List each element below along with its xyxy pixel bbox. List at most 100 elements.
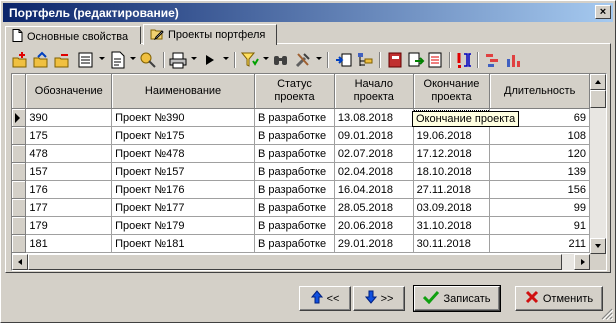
add-subproject-icon[interactable] [32, 51, 50, 69]
table-cell[interactable]: Проект №175 [111, 126, 256, 145]
move-down-button[interactable]: >> [353, 286, 405, 311]
table-cell[interactable]: Проект №179 [111, 216, 256, 235]
scroll-left-button[interactable] [12, 254, 28, 270]
resize-grip-icon[interactable] [601, 308, 614, 321]
row-indicator[interactable] [12, 198, 27, 217]
table-cell[interactable]: 108 [489, 126, 590, 145]
run-icon[interactable] [201, 51, 219, 69]
row-indicator[interactable] [12, 180, 27, 199]
table-cell[interactable]: 156 [489, 180, 590, 199]
table-cell[interactable]: 179 [25, 216, 113, 235]
row-indicator[interactable] [12, 234, 27, 253]
scroll-up-button[interactable] [590, 74, 606, 90]
row-indicator[interactable] [12, 162, 27, 181]
table-cell[interactable]: 29.01.2018 [334, 234, 414, 253]
properties-icon[interactable] [77, 51, 95, 69]
title-bar[interactable]: Портфель (редактирование) × [3, 3, 613, 22]
table-cell[interactable]: 31.10.2018 [413, 216, 491, 235]
vertical-scroll-thumb[interactable] [590, 90, 606, 108]
table-cell[interactable]: 17.12.2018 [413, 144, 491, 163]
table-cell[interactable]: В разработке [254, 162, 335, 181]
table-cell[interactable]: В разработке [254, 234, 335, 253]
table-cell[interactable]: 19.06.2018 [413, 126, 491, 145]
table-cell[interactable]: 99 [489, 198, 590, 217]
table-row[interactable]: 478 Проект №478 В разработке 02.07.2018 17.1… [12, 144, 590, 163]
chevron-down-icon[interactable] [99, 57, 105, 60]
chevron-down-icon[interactable] [316, 57, 322, 60]
table-cell[interactable]: В разработке [254, 198, 335, 217]
table-cell[interactable]: 177 [25, 198, 113, 217]
table-cell[interactable]: В разработке [254, 216, 335, 235]
scroll-down-button[interactable] [590, 238, 606, 254]
table-cell[interactable]: 18.10.2018 [413, 162, 491, 181]
table-row[interactable]: 181 Проект №181 В разработке 29.01.2018 30.1… [12, 234, 590, 253]
table-cell[interactable]: 390 [25, 108, 113, 127]
table-cell[interactable]: 478 [25, 144, 113, 163]
cancel-button[interactable]: Отменить [515, 286, 603, 311]
add-project-icon[interactable] [11, 51, 29, 69]
table-row[interactable]: 179 Проект №179 В разработке 20.06.2018 31.1… [12, 216, 590, 235]
table-cell[interactable]: 120 [489, 144, 590, 163]
scroll-right-button[interactable] [574, 254, 590, 270]
row-indicator[interactable] [12, 144, 27, 163]
table-cell[interactable]: 176 [25, 180, 113, 199]
bar-chart-icon[interactable] [505, 51, 523, 69]
chevron-down-icon[interactable] [223, 57, 229, 60]
tab-portfolio-projects[interactable]: Проекты портфеля [143, 24, 277, 45]
table-cell[interactable]: В разработке [254, 144, 335, 163]
horizontal-scroll-thumb[interactable] [28, 254, 562, 270]
table-cell[interactable]: В разработке [254, 108, 335, 127]
filter-icon[interactable] [240, 51, 259, 69]
row-indicator[interactable] [12, 108, 27, 127]
table-cell[interactable]: 20.06.2018 [334, 216, 414, 235]
book-icon[interactable] [387, 51, 405, 69]
tools-icon[interactable] [294, 51, 312, 69]
report-icon[interactable] [109, 51, 127, 69]
tab-main-properties[interactable]: Основные свойства [5, 26, 141, 44]
table-row[interactable]: 177 Проект №177 В разработке 28.05.2018 03.0… [12, 198, 590, 217]
table-cell[interactable]: Проект №181 [111, 234, 256, 253]
table-row[interactable]: 175 Проект №175 В разработке 09.01.2018 19.0… [12, 126, 590, 145]
table-cell[interactable]: Проект №390 [111, 108, 256, 127]
table-cell[interactable]: 30.11.2018 [413, 234, 491, 253]
vertical-scrollbar[interactable] [590, 74, 606, 254]
table-cell[interactable]: 211 [489, 234, 590, 253]
table-cell[interactable]: 02.04.2018 [334, 162, 414, 181]
column-header[interactable]: Статус проекта [254, 74, 335, 109]
column-header[interactable]: Обозначение [25, 74, 113, 109]
table-cell[interactable]: 157 [25, 162, 113, 181]
table-cell[interactable]: 02.07.2018 [334, 144, 414, 163]
projects-grid[interactable]: Обозначение Наименование Статус проекта … [11, 73, 607, 271]
table-cell[interactable]: В разработке [254, 126, 335, 145]
check-errors-icon[interactable] [456, 51, 474, 69]
chevron-down-icon[interactable] [191, 57, 197, 60]
column-header[interactable]: Начало проекта [334, 74, 414, 109]
print-icon[interactable] [169, 51, 187, 69]
row-indicator[interactable] [12, 216, 27, 235]
table-cell[interactable]: Проект №177 [111, 198, 256, 217]
link-list-icon[interactable] [427, 51, 445, 69]
table-cell[interactable]: 27.11.2018 [413, 180, 491, 199]
structure-icon[interactable] [356, 51, 374, 69]
table-row[interactable]: 157 Проект №157 В разработке 02.04.2018 18.1… [12, 162, 590, 181]
column-header[interactable]: Наименование [111, 74, 256, 109]
chevron-down-icon[interactable] [130, 57, 136, 60]
delete-project-icon[interactable] [53, 51, 71, 69]
table-cell[interactable]: 175 [25, 126, 113, 145]
table-cell[interactable]: 28.05.2018 [334, 198, 414, 217]
table-cell[interactable]: 13.08.2018 [334, 108, 414, 127]
export-icon[interactable] [407, 51, 425, 69]
table-cell[interactable]: 16.04.2018 [334, 180, 414, 199]
column-header[interactable]: Окончание проекта [413, 74, 491, 109]
table-row[interactable]: 176 Проект №176 В разработке 16.04.2018 27.1… [12, 180, 590, 199]
gantt-icon[interactable] [484, 51, 502, 69]
column-header[interactable]: Длительность [489, 74, 590, 109]
access-rights-icon[interactable] [139, 51, 157, 69]
table-cell[interactable]: Проект №176 [111, 180, 256, 199]
row-indicator[interactable] [12, 126, 27, 145]
horizontal-scrollbar[interactable] [12, 254, 590, 270]
table-cell[interactable]: 91 [489, 216, 590, 235]
table-cell[interactable]: 09.01.2018 [334, 126, 414, 145]
table-cell[interactable]: 139 [489, 162, 590, 181]
table-cell[interactable]: 03.09.2018 [413, 198, 491, 217]
